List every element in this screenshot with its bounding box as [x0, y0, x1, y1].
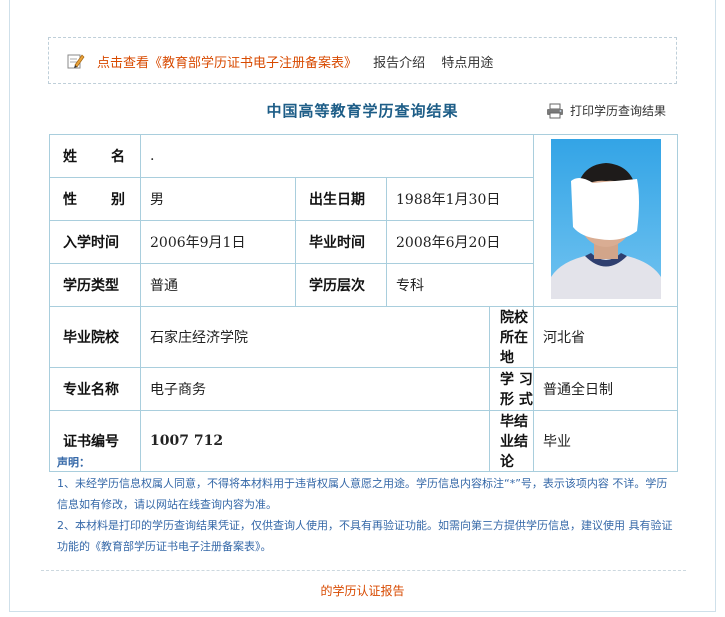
table-row: 专业名称 电子商务 学 习 形 式 普通全日制 [49, 367, 678, 411]
table-row: 姓名 . [49, 134, 678, 307]
table-row: 毕业院校 石家庄经济学院 院校所在地 河北省 [49, 306, 678, 368]
photo-cell [533, 134, 678, 307]
enroll-value: 2006年9月1日 [140, 220, 296, 264]
graduate-label: 毕业时间 [295, 220, 387, 264]
name-value: . [140, 134, 534, 178]
gender-label: 性别 [49, 177, 141, 221]
major-label: 专业名称 [49, 367, 141, 411]
divider [41, 570, 686, 571]
form-value: 普通全日制 [533, 367, 678, 411]
gender-value: 男 [140, 177, 296, 221]
features-link[interactable]: 特点用途 [441, 56, 493, 71]
school-label: 毕业院校 [49, 306, 141, 368]
type-label: 学历类型 [49, 263, 141, 307]
report-intro-link[interactable]: 报告介绍 [373, 56, 425, 71]
declaration: 声明： 1、未经学历信息权属人同意，不得将本材料用于违背权属人意愿之用途。学历信… [57, 452, 677, 557]
print-button[interactable]: 打印学历查询结果 [546, 102, 666, 119]
pencil-icon [67, 52, 85, 70]
graduate-value: 2008年6月20日 [386, 220, 534, 264]
name-label: 姓名 [49, 134, 141, 178]
type-value: 普通 [140, 263, 296, 307]
printer-icon [547, 103, 563, 118]
location-value: 河北省 [533, 306, 678, 368]
form-label: 学 习 形 式 [489, 367, 534, 411]
verify-record-link[interactable]: 点击查看《教育部学历证书电子注册备案表》 [97, 56, 357, 71]
birth-value: 1988年1月30日 [386, 177, 534, 221]
location-label: 院校所在地 [489, 306, 534, 368]
enroll-label: 入学时间 [49, 220, 141, 264]
footer-text: 的学历认证报告 [320, 584, 405, 598]
school-value: 石家庄经济学院 [140, 306, 490, 368]
declaration-item-2: 2、本材料是打印的学历查询结果凭证，仅供查询人使用，不具有再验证功能。如需向第三… [57, 519, 673, 553]
result-table: 姓名 . 性别 男 出生日期 1988年1月30日 入学时间 2006年9月1日… [49, 134, 678, 472]
declaration-heading: 声明： [57, 456, 90, 469]
level-value: 专科 [386, 263, 534, 307]
major-value: 电子商务 [140, 367, 490, 411]
level-label: 学历层次 [295, 263, 387, 307]
print-label: 打印学历查询结果 [570, 104, 667, 118]
notice-box: 点击查看《教育部学历证书电子注册备案表》 报告介绍 特点用途 [48, 37, 677, 84]
id-photo [550, 138, 661, 299]
declaration-item-1: 1、未经学历信息权属人同意，不得将本材料用于违背权属人意愿之用途。学历信息内容标… [57, 477, 668, 511]
birth-label: 出生日期 [295, 177, 387, 221]
